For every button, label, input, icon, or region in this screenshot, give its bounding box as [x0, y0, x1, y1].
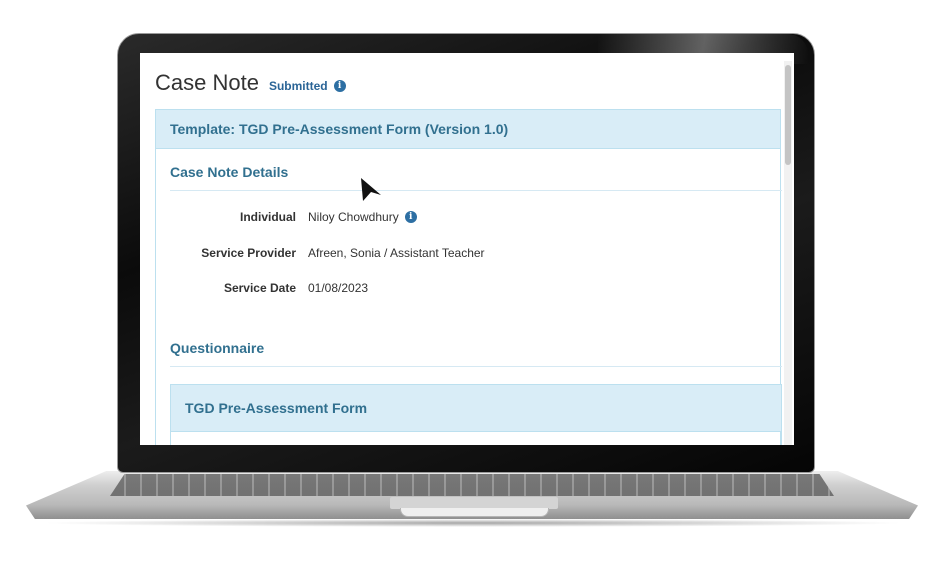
case-note-panel: Template: TGD Pre-Assessment Form (Versi… — [155, 109, 782, 445]
page-header: Case Note Submitted i — [155, 70, 346, 96]
detail-label: Individual — [239, 210, 296, 224]
individual-name[interactable]: Niloy Chowdhury — [308, 210, 399, 224]
vertical-scrollbar[interactable] — [784, 61, 792, 445]
laptop-mockup: Case Note Submitted i Template: TGD Pre-… — [0, 0, 947, 571]
page-title: Case Note — [155, 70, 259, 95]
template-heading: Template: TGD Pre-Assessment Form (Versi… — [156, 110, 780, 149]
section-divider — [170, 190, 782, 191]
detail-value: 01/08/2023 — [308, 281, 368, 295]
laptop-opening-notch — [400, 508, 549, 517]
questionnaire-title: Questionnaire — [170, 340, 265, 356]
status-badge: Submitted i — [269, 79, 346, 93]
scrollbar-thumb[interactable] — [785, 65, 791, 165]
laptop-screen: Case Note Submitted i Template: TGD Pre-… — [140, 53, 794, 445]
section-divider — [170, 366, 782, 367]
service-date-value: 01/08/2023 — [308, 281, 369, 295]
case-note-details-title: Case Note Details — [170, 164, 289, 180]
laptop-keyboard — [110, 474, 834, 496]
detail-value: Afreen, Sonia / Assistant Teacher — [308, 246, 485, 260]
questionnaire-form-panel: TGD Pre-Assessment Form — [170, 384, 782, 445]
info-icon[interactable]: i — [404, 211, 417, 223]
service-provider-value: Afreen, Sonia / Assistant Teacher — [308, 246, 485, 260]
laptop-shadow — [40, 519, 906, 527]
mouse-pointer-icon — [361, 178, 381, 201]
detail-label: Service Date — [223, 281, 296, 295]
detail-value: Niloy Chowdhury i — [308, 210, 417, 224]
detail-label: Service Provider — [201, 246, 296, 260]
info-icon[interactable]: i — [333, 80, 346, 92]
questionnaire-form-title: TGD Pre-Assessment Form — [171, 385, 781, 432]
status-label: Submitted — [268, 79, 328, 93]
